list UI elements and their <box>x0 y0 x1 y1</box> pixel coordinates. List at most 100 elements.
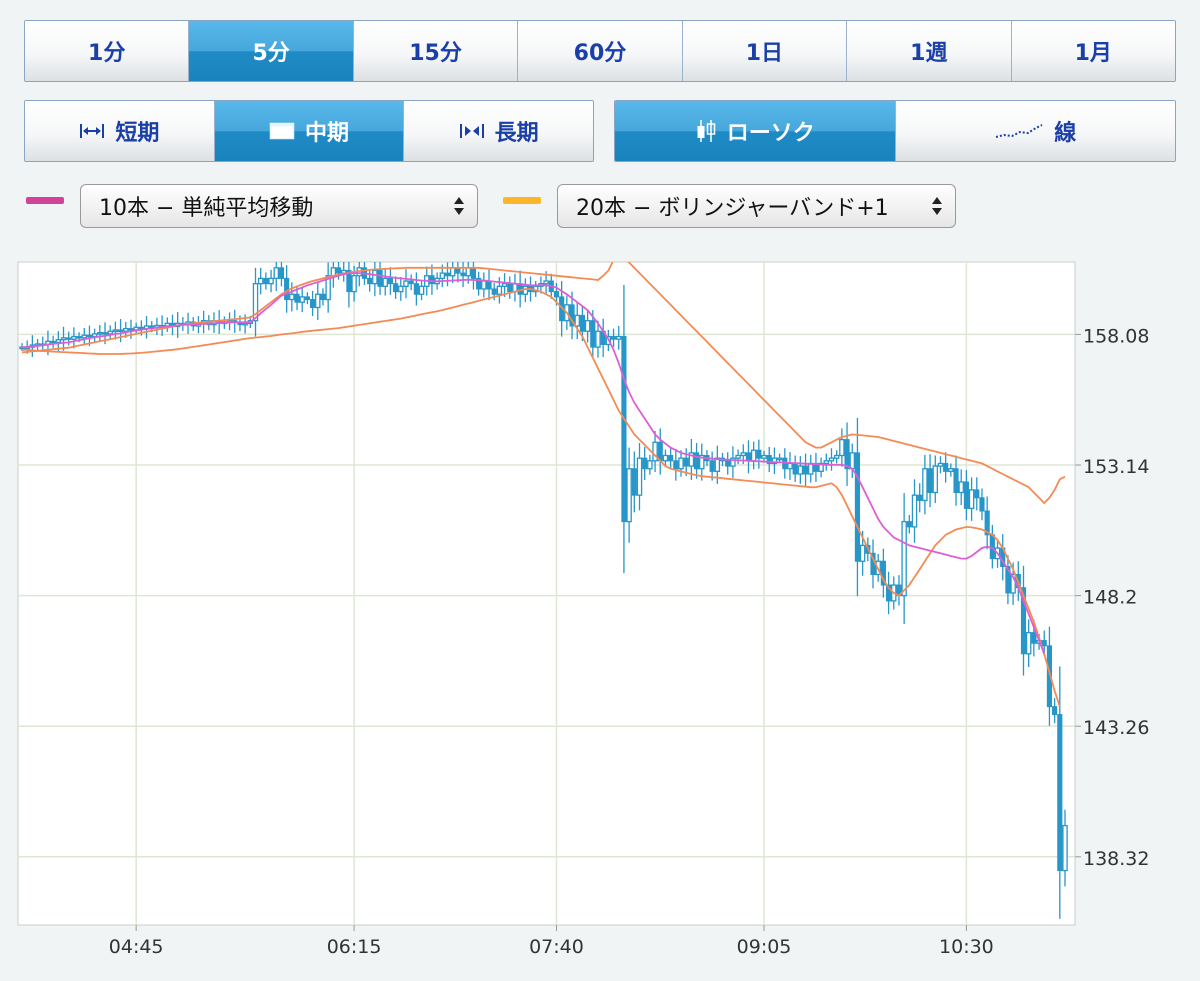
candle-down <box>377 269 383 287</box>
candle-down <box>844 439 850 470</box>
candle-up <box>948 468 954 473</box>
candle-down <box>756 449 762 459</box>
candle-down <box>1052 706 1058 716</box>
candle-down <box>320 293 326 301</box>
candle-down <box>590 320 596 348</box>
candle-up <box>91 333 98 338</box>
candle-up <box>372 269 378 285</box>
x-tick-label: 04:45 <box>109 936 164 958</box>
candle-up <box>273 267 279 280</box>
candle-up <box>268 277 274 285</box>
candle-down <box>621 336 627 523</box>
candle-down <box>149 325 155 328</box>
candle-up <box>123 327 129 332</box>
candle-up <box>449 267 456 277</box>
candle-up <box>315 293 321 309</box>
candle-down <box>387 277 393 285</box>
candle-down <box>491 288 497 295</box>
candle-up <box>81 334 87 339</box>
candle-down <box>517 283 523 295</box>
candle-up <box>839 438 845 457</box>
candle-up <box>911 494 918 528</box>
x-tick-label: 10:30 <box>939 936 994 958</box>
candle-up <box>797 465 804 475</box>
candle-up <box>351 275 357 293</box>
candle-up <box>574 314 580 327</box>
candle-down <box>128 328 134 331</box>
candle-up <box>958 481 964 494</box>
candle-up <box>636 457 643 496</box>
candle-down <box>610 336 617 340</box>
candle-up <box>828 457 835 462</box>
candle-up <box>735 454 741 459</box>
candle-up <box>647 460 653 470</box>
candle-down <box>673 460 679 470</box>
candle-up <box>496 285 503 295</box>
candle-down <box>642 457 648 470</box>
candle-up <box>439 272 446 280</box>
candle-down <box>745 452 752 462</box>
candle-down <box>974 489 980 499</box>
candle-down <box>683 457 689 467</box>
candle-down <box>507 283 513 293</box>
candle-up <box>257 277 264 285</box>
candle-down <box>50 340 56 344</box>
candle-up <box>922 468 928 502</box>
candle-up <box>107 330 113 335</box>
candle-down <box>102 332 108 335</box>
candle-up <box>808 462 814 475</box>
candle-up <box>501 283 508 287</box>
candle-up <box>403 280 409 287</box>
candle-up <box>901 520 907 597</box>
x-tick-label: 07:40 <box>529 936 584 958</box>
candle-up <box>584 320 591 332</box>
candle-up <box>543 280 549 285</box>
candle-up <box>595 330 601 348</box>
candle-down <box>953 468 959 494</box>
candle-up <box>761 454 767 459</box>
candle-up <box>859 544 866 562</box>
candle-down <box>668 455 674 462</box>
y-tick-label: 143.26 <box>1083 717 1149 739</box>
candle-down <box>470 267 477 279</box>
candle-down <box>429 275 435 285</box>
candle-down <box>1057 714 1063 872</box>
candle-up <box>823 460 830 465</box>
candle-up <box>787 462 793 470</box>
y-tick-label: 153.14 <box>1083 456 1149 478</box>
candle-down <box>579 314 585 332</box>
candle-down <box>460 272 466 277</box>
candle-down <box>393 283 399 293</box>
candle-down <box>1031 632 1037 644</box>
candle-down <box>76 336 82 339</box>
price-chart[interactable]: 158.08 153.14 148.2 143.26 138.32 04:45 06:15 0… <box>0 0 1200 981</box>
candle-down <box>413 283 419 295</box>
candle-down <box>963 481 969 509</box>
y-tick-label: 138.32 <box>1083 848 1149 870</box>
candle-down <box>1041 640 1047 647</box>
candle-up <box>662 454 669 462</box>
candle-up <box>299 296 305 303</box>
candle-down <box>263 277 269 285</box>
candle-up <box>849 452 855 470</box>
candle-down <box>854 452 861 562</box>
candle-down <box>709 460 715 472</box>
candle-up <box>60 337 67 341</box>
candle-down <box>979 497 985 512</box>
candle-down <box>367 277 373 285</box>
candle-up <box>776 457 783 461</box>
candle-up <box>418 285 425 295</box>
candle-down <box>725 460 731 467</box>
candle-up <box>626 468 632 523</box>
candle-down <box>278 267 285 279</box>
candle-down <box>408 280 414 285</box>
candle-up <box>522 285 529 295</box>
candle-up <box>71 335 77 340</box>
candle-down <box>792 462 798 475</box>
y-tick-label: 158.08 <box>1083 325 1149 347</box>
x-tick-label: 06:15 <box>327 936 382 958</box>
candle-up <box>678 457 684 470</box>
x-tick-label: 09:05 <box>737 936 792 958</box>
candle-down <box>906 521 912 528</box>
candle-down <box>284 277 290 301</box>
